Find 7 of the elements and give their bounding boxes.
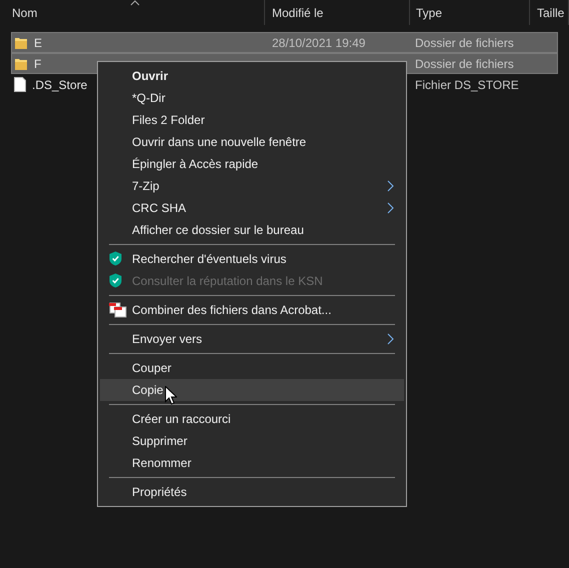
- file-name: E: [34, 34, 42, 52]
- file-type: Dossier de fichiers: [415, 56, 514, 70]
- date-modified: 28/10/2021 19:49: [272, 36, 366, 50]
- file-name: .DS_Store: [32, 76, 88, 94]
- file-name: F: [34, 56, 42, 72]
- file-type: Fichier DS_STORE: [415, 78, 519, 92]
- file-type: Dossier de fichiers: [415, 36, 514, 50]
